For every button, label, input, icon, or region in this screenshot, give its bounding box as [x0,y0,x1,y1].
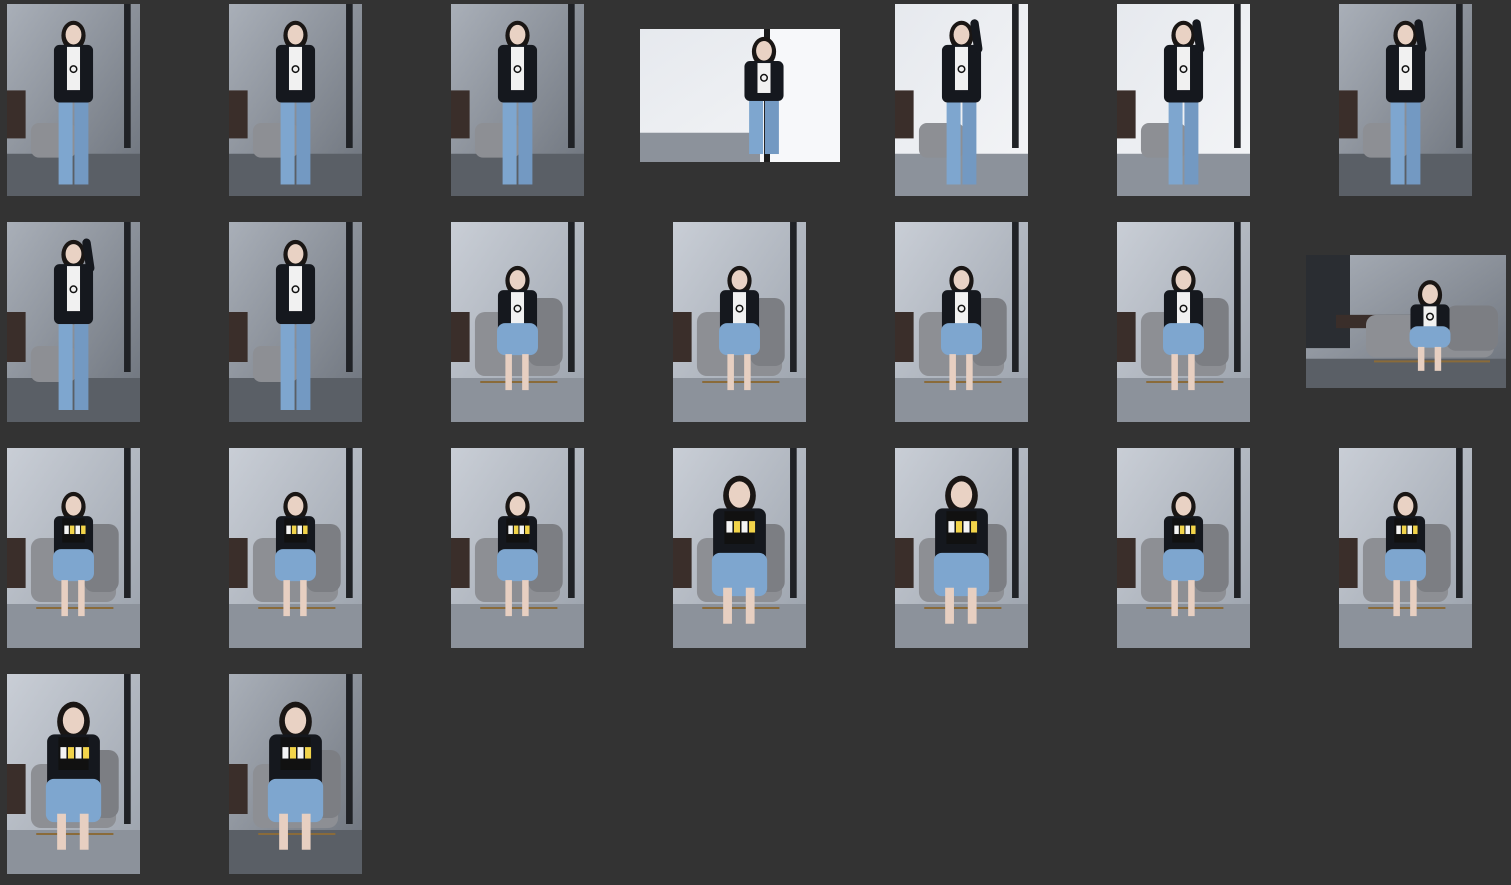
photo-thumbnail[interactable] [1117,222,1250,422]
photo-image [1117,222,1250,422]
photo-thumbnail[interactable] [1117,448,1250,648]
photo-image [229,674,362,874]
photo-image [640,29,840,162]
photo-image [895,222,1028,422]
photo-thumbnail[interactable] [895,448,1028,648]
photo-image [1117,4,1250,196]
photo-thumbnail[interactable] [7,222,140,422]
photo-image [1339,448,1472,648]
photo-image [1306,255,1506,388]
photo-image [673,448,806,648]
photo-thumbnail[interactable] [1339,4,1472,196]
photo-image [7,222,140,422]
photo-image [229,4,362,196]
photo-thumbnail[interactable] [451,4,584,196]
photo-thumbnail[interactable] [229,674,362,874]
photo-thumbnail[interactable] [673,448,806,648]
photo-thumbnail[interactable] [229,448,362,648]
photo-thumbnail[interactable] [229,222,362,422]
thumbnail-grid [0,0,1511,885]
photo-image [7,448,140,648]
photo-thumbnail[interactable] [1306,255,1506,388]
photo-image [451,4,584,196]
photo-thumbnail[interactable] [7,674,140,874]
photo-image [7,4,140,196]
photo-image [451,448,584,648]
photo-thumbnail[interactable] [895,4,1028,196]
photo-thumbnail[interactable] [673,222,806,422]
photo-thumbnail[interactable] [229,4,362,196]
photo-thumbnail[interactable] [451,222,584,422]
photo-image [229,222,362,422]
photo-image [451,222,584,422]
photo-thumbnail[interactable] [7,4,140,196]
photo-thumbnail[interactable] [640,29,840,162]
photo-image [1117,448,1250,648]
photo-image [1339,4,1472,196]
photo-thumbnail[interactable] [7,448,140,648]
photo-image [229,448,362,648]
photo-thumbnail[interactable] [451,448,584,648]
photo-image [895,4,1028,196]
photo-image [895,448,1028,648]
photo-image [7,674,140,874]
photo-image [673,222,806,422]
photo-thumbnail[interactable] [1339,448,1472,648]
photo-thumbnail[interactable] [895,222,1028,422]
photo-thumbnail[interactable] [1117,4,1250,196]
